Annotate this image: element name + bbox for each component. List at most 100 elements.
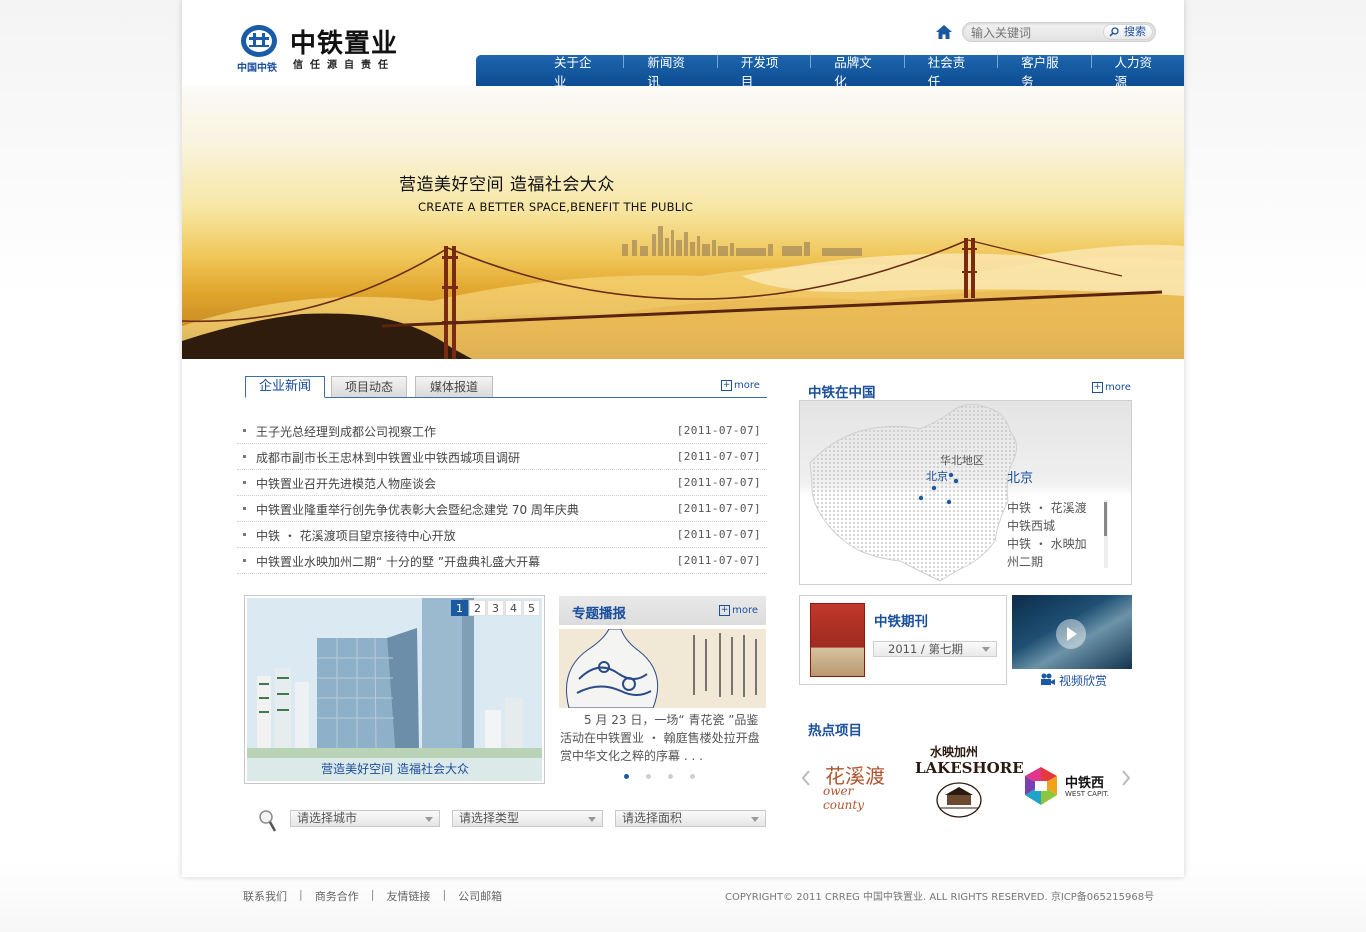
logo-huaxidu-sub: ower county — [823, 784, 865, 812]
footer-email-link[interactable]: 公司邮箱 — [458, 888, 502, 904]
journal-cover-image[interactable] — [810, 603, 865, 677]
hot-projects-title: 热点项目 — [808, 723, 862, 739]
nav-hr[interactable]: 人力资源 — [1092, 52, 1184, 90]
special-carousel-dots — [624, 774, 712, 779]
slide-page-5[interactable]: 5 — [523, 600, 540, 616]
bullet-icon — [243, 429, 246, 432]
search-icon — [1109, 27, 1119, 37]
project-logo-west-capital[interactable]: 中铁西 WEST CAPIT. — [1023, 766, 1111, 806]
map-project-item[interactable]: 中铁 ・ 花溪渡 — [1007, 499, 1097, 517]
map-region-label: 华北地区 — [940, 454, 984, 467]
news-item[interactable]: 中铁置业水映加州二期“ 十分的墅 ”开盘典礼盛大开幕 [2011-07-07] — [237, 548, 767, 574]
footer-divider: | — [370, 888, 375, 901]
news-title: 中铁置业水映加州二期“ 十分的墅 ”开盘典礼盛大开幕 — [256, 555, 541, 569]
footer-business-link[interactable]: 商务合作 — [315, 888, 359, 904]
play-icon[interactable] — [1056, 619, 1086, 649]
site-logo[interactable]: 中国中铁 中铁置业 信任源自责任 — [237, 22, 417, 74]
news-date: [2011-07-07] — [676, 424, 761, 437]
bullet-icon — [243, 559, 246, 562]
map-project-item[interactable]: 中铁西城 — [1007, 517, 1097, 535]
map-selected-city: 北京 — [1007, 471, 1034, 486]
golden-gate-bridge-image — [182, 226, 1184, 359]
news-date: [2011-07-07] — [676, 476, 761, 489]
nav-brand-culture[interactable]: 品牌文化 — [811, 52, 903, 90]
news-list: 王子光总经理到成都公司视察工作 [2011-07-07] 成都市副市长王忠林到中铁… — [237, 418, 767, 574]
vase-illustration — [559, 629, 766, 708]
hero-banner: 营造美好空间 造福社会大众 CREATE A BETTER SPACE,BENE… — [182, 86, 1184, 359]
map-list-scrollbar[interactable] — [1104, 500, 1108, 568]
video-link[interactable]: 视频欣赏 — [1040, 672, 1107, 689]
news-item[interactable]: 中铁 ・ 花溪渡项目望京接待中心开放 [2011-07-07] — [237, 522, 767, 548]
logo-west-capital-sub: WEST CAPIT. — [1065, 790, 1109, 798]
carousel-dot-2[interactable] — [646, 774, 651, 779]
bullet-icon — [243, 533, 246, 536]
journal-panel: 中铁期刊 2011 / 第七期 — [799, 595, 1007, 685]
home-icon[interactable] — [935, 23, 953, 41]
video-link-label: 视频欣赏 — [1059, 674, 1108, 688]
news-title: 中铁置业隆重举行创先争优表彰大会暨纪念建党 70 周年庆典 — [256, 503, 579, 517]
journal-issue-select[interactable]: 2011 / 第七期 — [873, 641, 997, 657]
search-button[interactable]: 搜索 — [1103, 24, 1153, 40]
nav-customer-service[interactable]: 客户服务 — [998, 52, 1090, 90]
porcelain-vase-image[interactable] — [559, 629, 766, 708]
news-date: [2011-07-07] — [676, 450, 761, 463]
project-slideshow[interactable]: 1 2 3 4 5 营造美好空间 造福社会大众 — [244, 595, 545, 784]
copyright-text: COPYRIGHT© 2011 CRREG 中国中铁置业. ALL RIGHTS… — [725, 892, 1155, 903]
video-thumbnail[interactable] — [1012, 595, 1132, 669]
search-input[interactable] — [971, 25, 1101, 40]
map-more-link[interactable]: more — [1092, 382, 1131, 393]
footer-links: 联系我们 | 商务合作 | 友情链接 | 公司邮箱 — [243, 888, 502, 904]
chevron-right-icon[interactable] — [1122, 770, 1130, 786]
tab-company-news[interactable]: 企业新闻 — [245, 376, 325, 398]
page-container: 中国中铁 中铁置业 信任源自责任 搜索 关于企业 新闻资讯 开发项目 品牌文化 … — [182, 0, 1184, 877]
nav-news[interactable]: 新闻资讯 — [624, 52, 716, 90]
footer-friend-links[interactable]: 友情链接 — [386, 888, 430, 904]
map-project-item[interactable]: 州二期 — [1007, 553, 1097, 571]
project-logo-lakeshore[interactable]: 水映加州 LAKESHORE — [915, 743, 1024, 821]
search-button-label: 搜索 — [1124, 25, 1146, 38]
nav-about[interactable]: 关于企业 — [531, 52, 623, 90]
tab-media-reports[interactable]: 媒体报道 — [415, 376, 493, 397]
news-date: [2011-07-07] — [676, 554, 761, 567]
nav-social-responsibility[interactable]: 社会责任 — [905, 52, 997, 90]
logo-crec-text: 中国中铁 — [237, 63, 277, 74]
special-topic-title: 专题播报 — [572, 606, 626, 622]
slide-page-1[interactable]: 1 — [451, 600, 468, 616]
city-select[interactable]: 请选择城市 — [290, 810, 440, 827]
news-more-link[interactable]: more — [721, 380, 760, 391]
news-tabs: 企业新闻 项目动态 媒体报道 more — [245, 376, 767, 398]
bullet-icon — [243, 481, 246, 484]
carousel-dot-4[interactable] — [690, 774, 695, 779]
footer-contact-link[interactable]: 联系我们 — [243, 888, 287, 904]
news-item[interactable]: 王子光总经理到成都公司视察工作 [2011-07-07] — [237, 418, 767, 444]
west-capital-emblem-icon — [1025, 767, 1057, 805]
logo-slogan: 信任源自责任 — [293, 60, 395, 71]
slide-page-2[interactable]: 2 — [469, 600, 486, 616]
news-item[interactable]: 中铁置业隆重举行创先争优表彰大会暨纪念建党 70 周年庆典 [2011-07-07… — [237, 496, 767, 522]
type-select[interactable]: 请选择类型 — [452, 810, 603, 827]
logo-lakeshore-name: 水映加州 — [930, 745, 979, 759]
scrollbar-thumb[interactable] — [1104, 502, 1107, 536]
news-title: 王子光总经理到成都公司视察工作 — [256, 425, 437, 439]
slide-caption: 营造美好空间 造福社会大众 — [247, 758, 542, 781]
news-item[interactable]: 中铁置业召开先进模范人物座谈会 [2011-07-07] — [237, 470, 767, 496]
bullet-icon — [243, 507, 246, 510]
nav-projects[interactable]: 开发项目 — [718, 52, 810, 90]
special-more-link[interactable]: more — [719, 605, 758, 616]
magnifier-icon — [259, 810, 277, 832]
news-item[interactable]: 成都市副市长王忠林到中铁置业中铁西城项目调研 [2011-07-07] — [237, 444, 767, 470]
slide-page-4[interactable]: 4 — [505, 600, 522, 616]
chevron-left-icon[interactable] — [802, 770, 810, 786]
tab-project-updates[interactable]: 项目动态 — [331, 376, 407, 397]
project-logo-huaxidu[interactable]: 花溪渡 ower county — [823, 760, 898, 812]
logo-lakeshore-sub: LAKESHORE — [915, 759, 1024, 777]
logo-west-capital-name: 中铁西 — [1065, 776, 1105, 791]
map-project-item[interactable]: 中铁 ・ 水映加 — [1007, 535, 1097, 553]
slide-page-3[interactable]: 3 — [487, 600, 504, 616]
search-box: 搜索 — [962, 22, 1156, 42]
area-select[interactable]: 请选择面积 — [615, 810, 766, 827]
footer-divider: | — [299, 888, 303, 901]
carousel-dot-3[interactable] — [668, 774, 673, 779]
carousel-dot-1[interactable] — [624, 774, 629, 779]
slide-pager: 1 2 3 4 5 — [450, 600, 540, 616]
